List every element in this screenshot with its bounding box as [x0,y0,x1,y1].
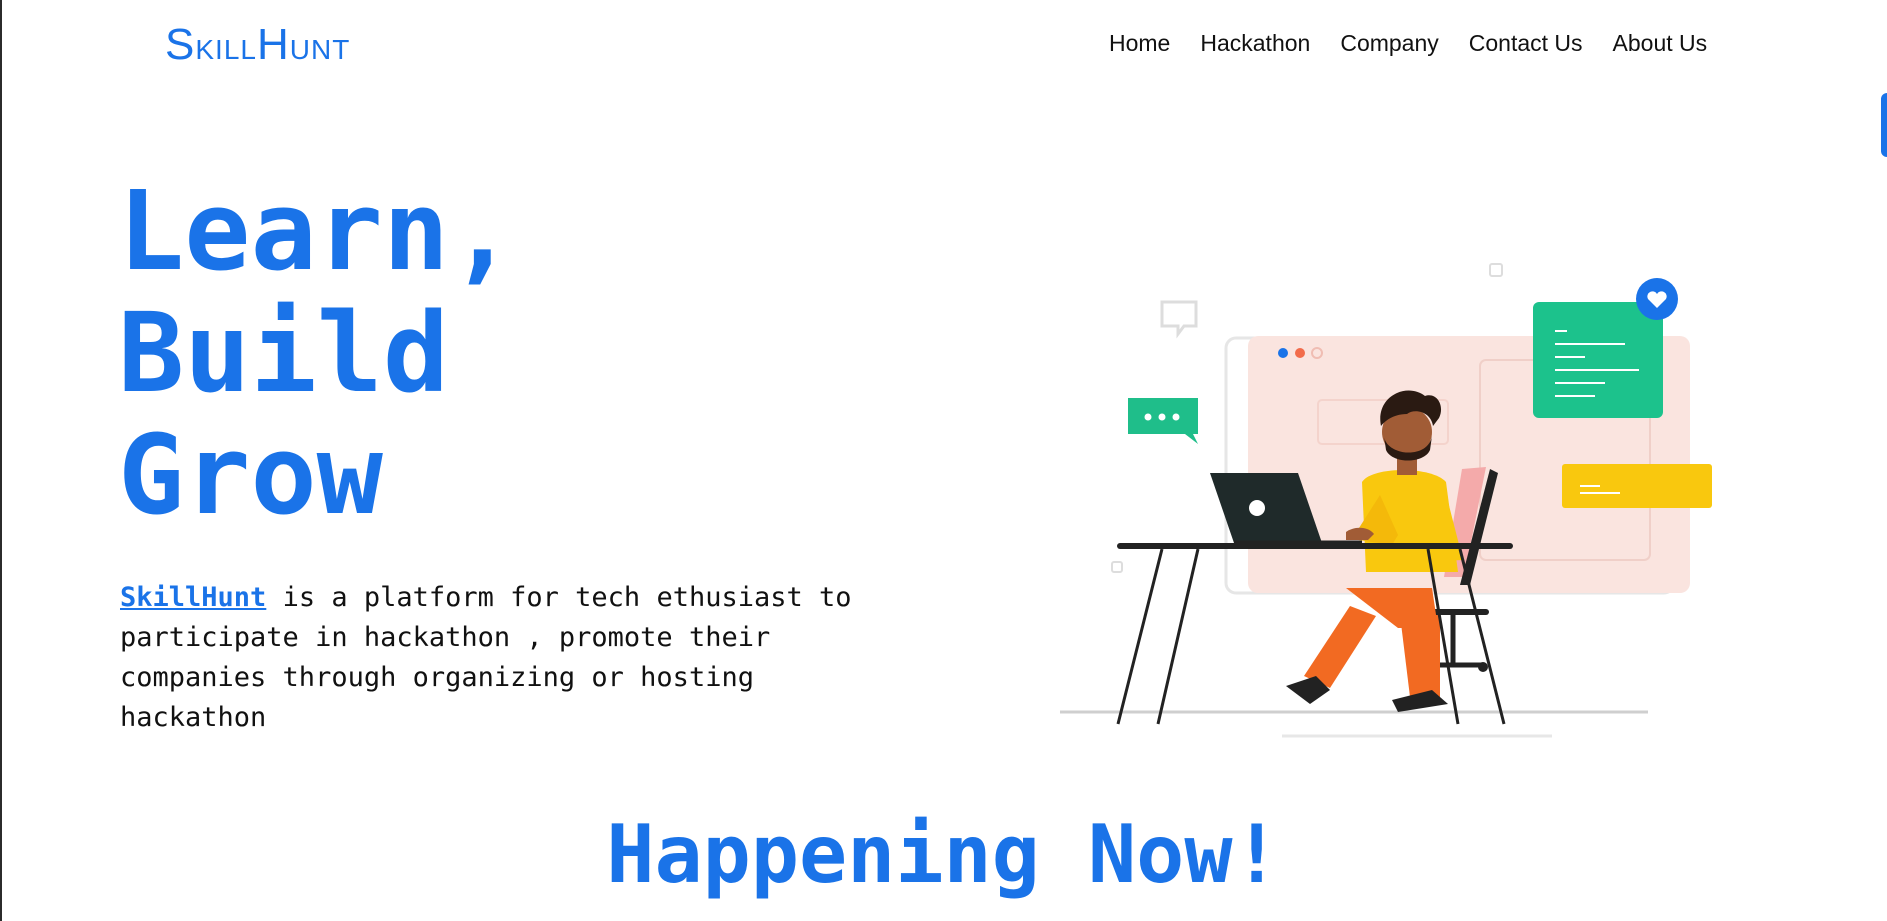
side-feedback-tab[interactable] [1881,93,1887,157]
nav-link-home[interactable]: Home [1109,30,1170,57]
nav-link-about-us[interactable]: About Us [1613,30,1708,57]
logo-letter: S [165,20,196,69]
main-nav: Home Hackathon Company Contact Us About … [1109,30,1707,57]
hero-description: SkillHunt is a platform for tech ethusia… [120,578,910,738]
brand-link[interactable]: SkillHunt [120,582,266,613]
hero-title-line: Grow [118,411,383,539]
logo-letter: H [256,20,290,69]
hero-title-line: Build [118,289,450,417]
logo-letters: UNT [289,34,351,65]
happening-now-heading: Happening Now! [606,808,1281,901]
hero-title-line: Learn, [118,167,516,295]
nav-link-company[interactable]: Company [1340,30,1438,57]
person-working-at-laptop-illustration [1060,263,1712,738]
nav-link-hackathon[interactable]: Hackathon [1200,30,1310,57]
nav-link-contact-us[interactable]: Contact Us [1469,30,1583,57]
hero-title: Learn, Build Grow [118,170,515,536]
window-edge [0,0,2,921]
site-logo[interactable]: SKILLHUNT [165,20,350,70]
logo-letters: KILL [195,34,257,65]
